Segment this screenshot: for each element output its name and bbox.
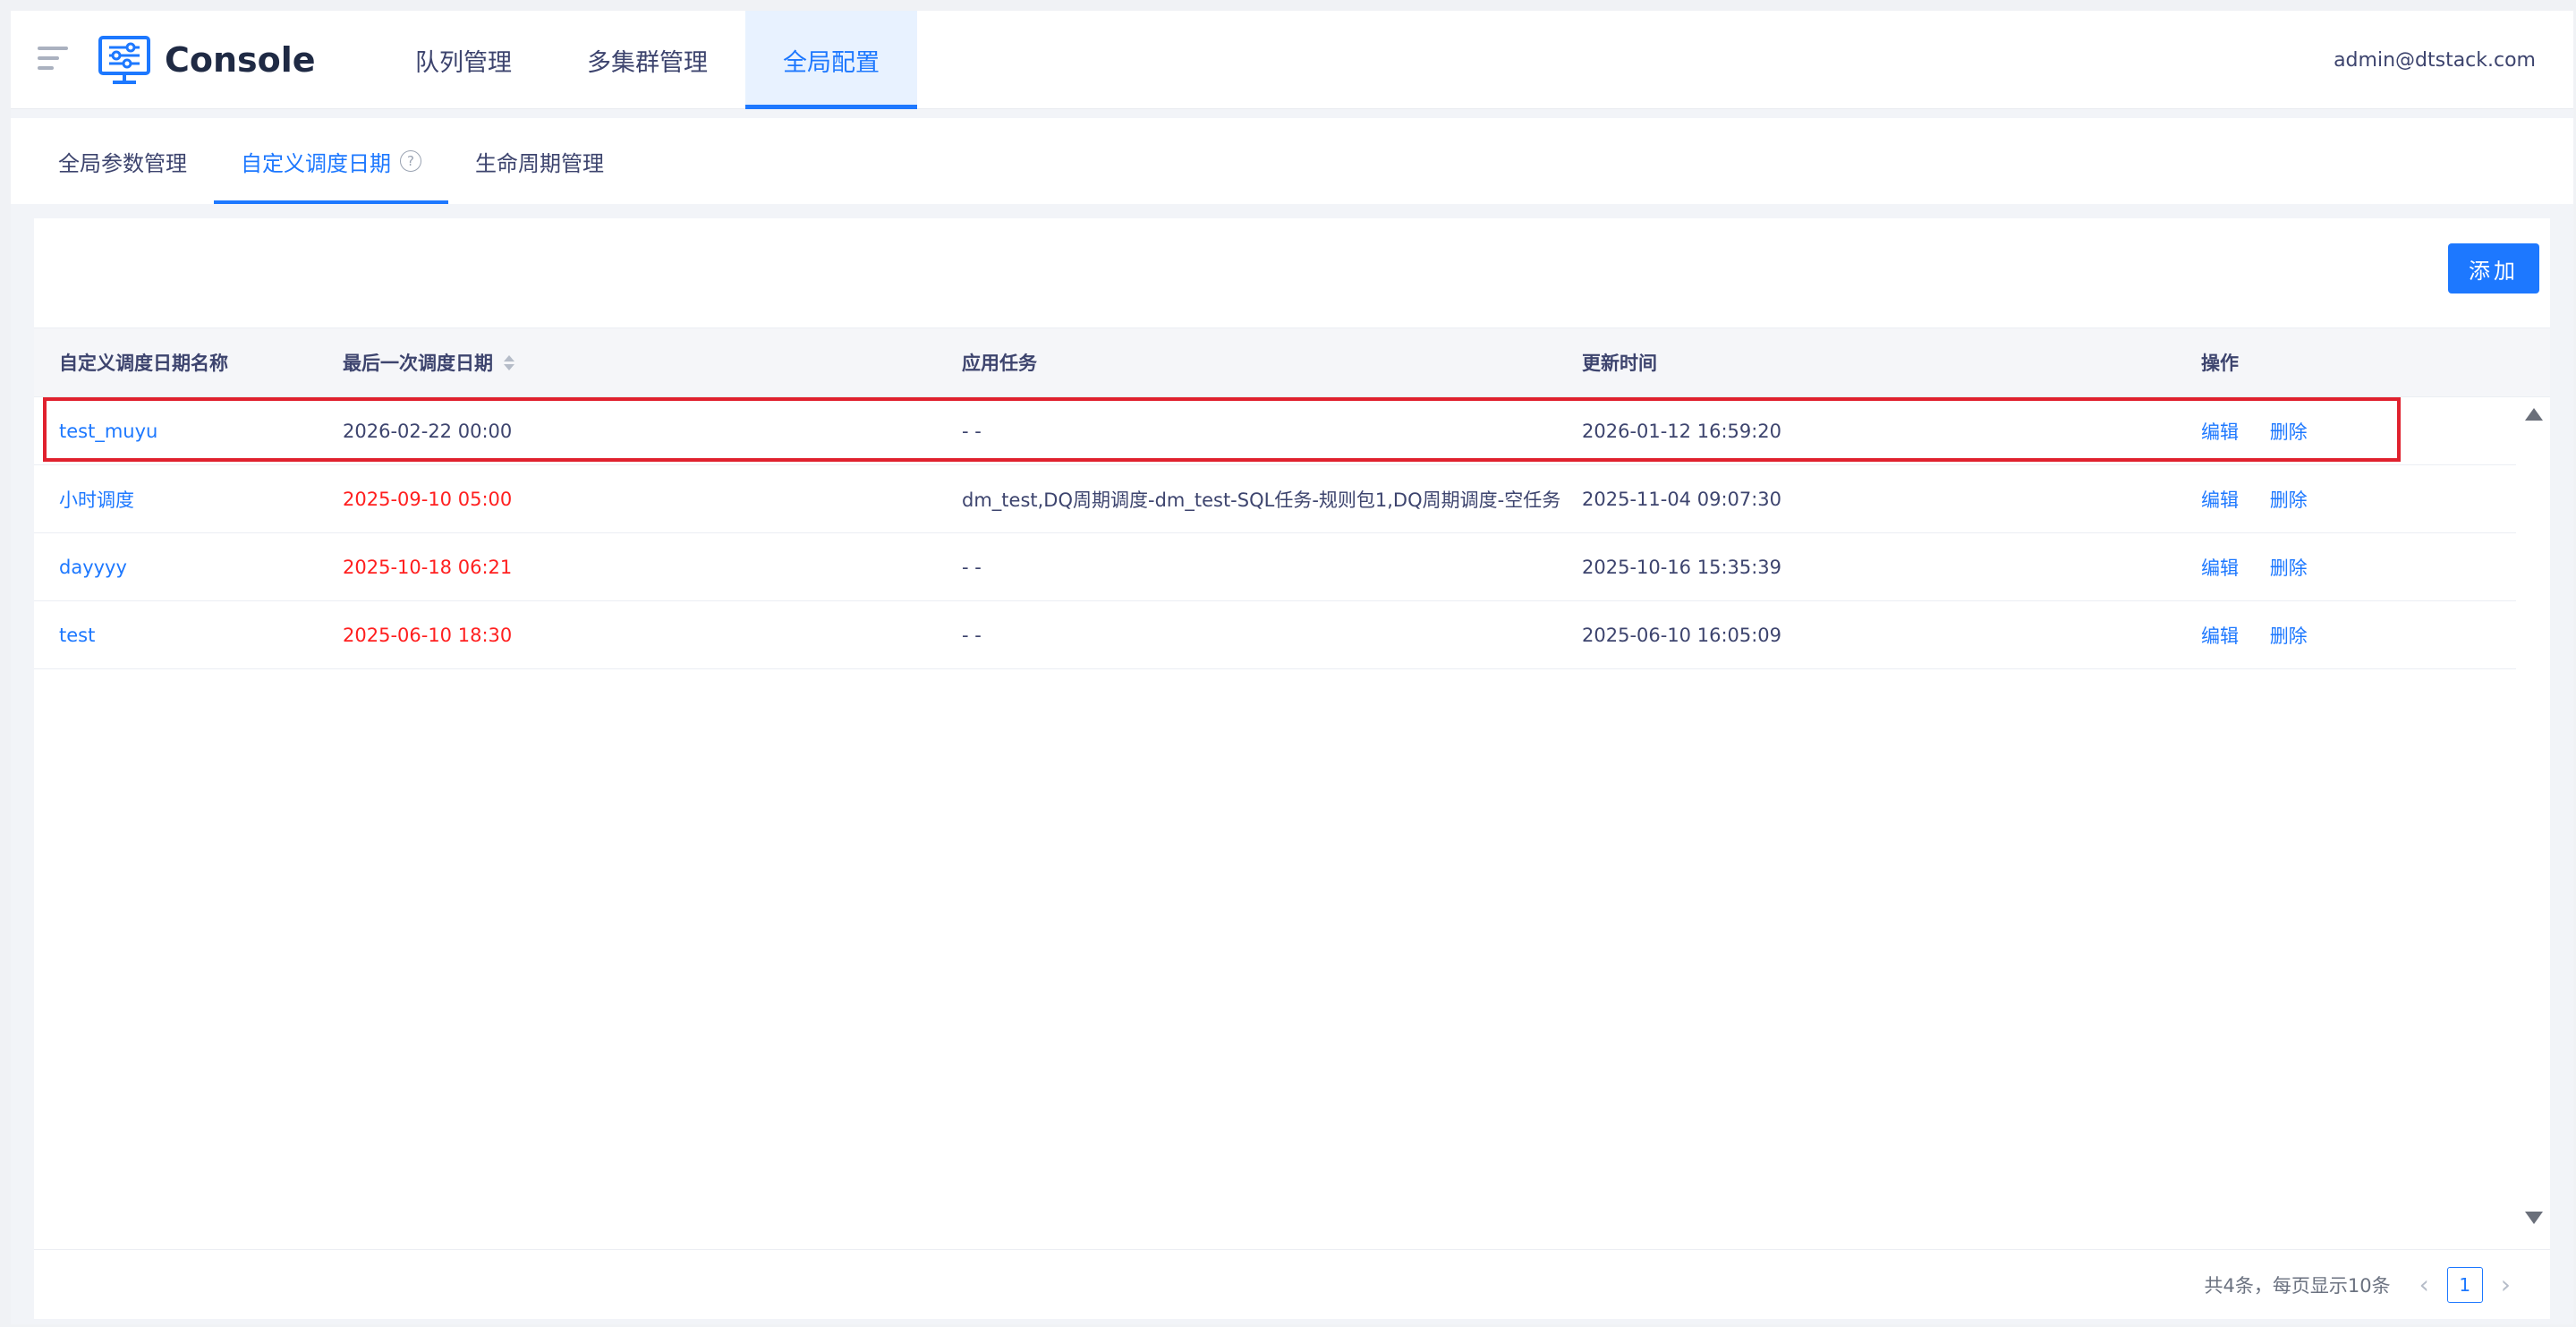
edit-button[interactable]: 编辑 (2201, 489, 2239, 511)
main-nav: 队列管理 多集群管理 全局配置 (378, 11, 917, 109)
help-icon[interactable]: ? (400, 150, 421, 172)
row-tasks: - - (962, 624, 982, 646)
delete-button[interactable]: 删除 (2270, 557, 2308, 579)
sort-icon[interactable] (504, 354, 514, 370)
row-name-link[interactable]: test_muyu (34, 421, 343, 442)
row-tasks: - - (962, 420, 982, 442)
tab-lifecycle-management[interactable]: 生命周期管理 (448, 118, 631, 204)
nav-global-config[interactable]: 全局配置 (745, 11, 917, 109)
column-header-updated: 更新时间 (1582, 353, 1657, 374)
nav-queue-management[interactable]: 队列管理 (378, 11, 549, 109)
user-account[interactable]: admin@dtstack.com (2334, 11, 2536, 109)
row-last-date: 2026-02-22 00:00 (343, 420, 513, 442)
row-updated: 2025-06-10 16:05:09 (1582, 624, 1782, 646)
add-button[interactable]: 添加 (2448, 243, 2539, 293)
delete-button[interactable]: 删除 (2270, 421, 2308, 443)
row-actions: 编辑 删除 (2201, 622, 2514, 649)
logo[interactable]: Console (97, 11, 316, 109)
table-row: 小时调度 2025-09-10 05:00 dm_test,DQ周期调度-dm_… (34, 465, 2516, 533)
content-card: 添加 自定义调度日期名称 最后一次调度日期 应用任务 更新时间 操作 test_… (34, 218, 2550, 1319)
menu-toggle-icon[interactable] (38, 47, 68, 73)
app-window: Console 队列管理 多集群管理 全局配置 admin@dtstack.co… (11, 11, 2573, 1324)
column-header-tasks: 应用任务 (962, 353, 1037, 374)
row-last-date: 2025-10-18 06:21 (343, 556, 513, 578)
row-name-link[interactable]: test (34, 625, 343, 646)
page-number-button[interactable]: 1 (2446, 1266, 2483, 1303)
prev-page-icon[interactable]: ‹ (2410, 1270, 2438, 1299)
table-scrollbar[interactable] (2518, 397, 2550, 1234)
delete-button[interactable]: 删除 (2270, 625, 2308, 647)
row-name-link[interactable]: dayyyy (34, 557, 343, 578)
tab-label: 全局参数管理 (58, 150, 187, 176)
nav-multi-cluster-management[interactable]: 多集群管理 (549, 11, 745, 109)
row-last-date: 2025-09-10 05:00 (343, 488, 513, 510)
row-actions: 编辑 删除 (2201, 554, 2514, 581)
row-name-link[interactable]: 小时调度 (34, 486, 343, 513)
pagination-total: 共4条，每页显示10条 (2204, 1274, 2391, 1297)
row-last-date: 2025-06-10 18:30 (343, 624, 513, 646)
table-row: test_muyu 2026-02-22 00:00 - - 2026-01-1… (34, 397, 2516, 465)
row-updated: 2025-11-04 09:07:30 (1582, 488, 1782, 510)
row-actions: 编辑 删除 (2201, 418, 2514, 445)
tab-label: 自定义调度日期 (241, 150, 391, 176)
column-header-last-date[interactable]: 最后一次调度日期 (343, 349, 962, 376)
scroll-down-icon[interactable] (2525, 1212, 2543, 1224)
table-row: test 2025-06-10 18:30 - - 2025-06-10 16:… (34, 601, 2516, 669)
row-updated: 2026-01-12 16:59:20 (1582, 420, 1782, 442)
tab-global-params[interactable]: 全局参数管理 (11, 118, 214, 204)
row-tasks: dm_test,DQ周期调度-dm_test-SQL任务-规则包1,DQ周期调度… (962, 489, 1561, 511)
column-header-actions: 操作 (2201, 353, 2239, 374)
logo-text: Console (165, 40, 316, 80)
console-monitor-icon (98, 36, 150, 84)
column-header-name: 自定义调度日期名称 (59, 353, 228, 374)
table-header: 自定义调度日期名称 最后一次调度日期 应用任务 更新时间 操作 (34, 327, 2550, 397)
row-actions: 编辑 删除 (2201, 486, 2514, 513)
scroll-up-icon[interactable] (2525, 408, 2543, 421)
row-updated: 2025-10-16 15:35:39 (1582, 556, 1782, 578)
schedule-date-table: 自定义调度日期名称 最后一次调度日期 应用任务 更新时间 操作 test_muy… (34, 327, 2550, 669)
tab-label: 生命周期管理 (475, 150, 604, 176)
edit-button[interactable]: 编辑 (2201, 557, 2239, 579)
sub-tabs: 全局参数管理 自定义调度日期 ? 生命周期管理 (11, 118, 2573, 204)
tab-custom-schedule-date[interactable]: 自定义调度日期 ? (214, 118, 448, 204)
edit-button[interactable]: 编辑 (2201, 421, 2239, 443)
edit-button[interactable]: 编辑 (2201, 625, 2239, 647)
delete-button[interactable]: 删除 (2270, 489, 2308, 511)
table-row: dayyyy 2025-10-18 06:21 - - 2025-10-16 1… (34, 533, 2516, 601)
next-page-icon[interactable]: › (2492, 1270, 2520, 1299)
row-tasks: - - (962, 556, 982, 578)
top-header: Console 队列管理 多集群管理 全局配置 admin@dtstack.co… (11, 11, 2573, 109)
column-header-label: 最后一次调度日期 (343, 353, 493, 374)
pagination: 共4条，每页显示10条 ‹ 1 › (34, 1249, 2550, 1319)
